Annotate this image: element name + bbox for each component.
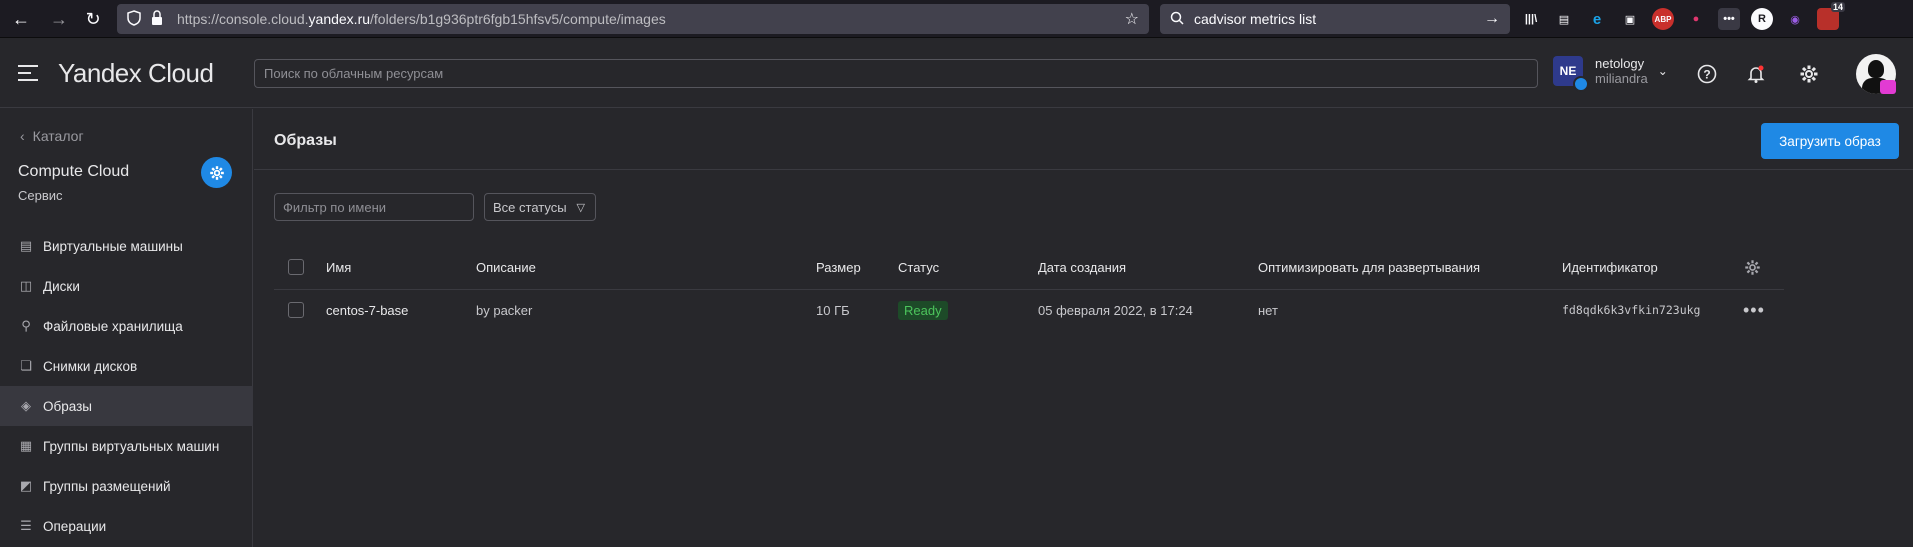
page-title: Образы [274,132,337,149]
url-bar[interactable]: https://console.cloud.yandex.ru/folders/… [117,4,1149,34]
row-checkbox[interactable] [288,290,304,330]
sidebar-item-virtual-machines[interactable]: ▤ Виртуальные машины [0,226,253,266]
sidebar-item-operations[interactable]: ☰ Операции [0,506,253,546]
account-name: netology [1595,56,1645,71]
column-header-optimize[interactable]: Оптимизировать для развертывания [1258,247,1480,287]
browser-search-text: cadvisor metrics list [1194,11,1317,27]
reload-icon[interactable]: ↻ [78,4,108,34]
search-icon [1170,11,1184,28]
ublock-icon[interactable]: 14 [1817,2,1845,30]
edge-extension-icon[interactable]: e [1586,8,1608,30]
image-description: by packer [476,302,533,318]
image-name[interactable]: centos-7-base [326,290,408,330]
instance-groups-icon: ▦ [19,438,33,453]
account-switcher[interactable]: NE netology miliandra ⌄ [1553,56,1668,92]
image-created-date: 05 февраля 2022, в 17:24 [1038,302,1193,318]
file-storage-icon: ⚲ [21,318,31,333]
divider [254,169,1913,170]
more-extensions-icon[interactable]: ••• [1718,8,1740,30]
service-settings-gear-icon[interactable] [201,157,232,188]
help-icon[interactable]: ? [1695,62,1719,86]
sidebar-item-file-storage[interactable]: ⚲ Файловые хранилища [0,306,253,346]
adblock-plus-icon[interactable]: ABP [1652,8,1674,30]
sidebar: ‹ Каталог Compute Cloud Сервис ▤ Виртуальн… [0,109,253,547]
menu-hamburger-icon[interactable] [18,65,38,81]
name-filter-input[interactable]: Фильтр по имени [274,193,474,221]
account-avatar: NE [1553,56,1589,92]
disk-icon: ◫ [19,278,33,293]
svg-text:?: ? [1703,68,1710,82]
column-header-name[interactable]: Имя [326,247,351,287]
chevron-left-icon: ‹ [20,128,25,144]
image-optimize-value: нет [1258,302,1278,318]
image-id[interactable]: fd8qdk6k3vfkin723ukg [1562,290,1700,330]
resource-search-input[interactable]: Поиск по облачным ресурсам [254,59,1538,88]
app-header: Yandex Cloud Поиск по облачным ресурсам … [0,38,1913,108]
sidebar-item-disk-snapshots[interactable]: ❏ Снимки дисков [0,346,253,386]
search-go-arrow-icon[interactable]: → [1484,10,1500,28]
back-arrow-icon[interactable]: ← [6,4,36,34]
table-settings-gear-icon[interactable] [1744,247,1761,287]
cloud-badge-icon [1573,76,1589,92]
snapshot-icon: ❏ [20,358,32,373]
column-header-description[interactable]: Описание [476,247,536,287]
service-title: Compute Cloud [18,163,130,180]
forward-arrow-icon[interactable]: → [44,4,74,34]
main-content: Образы Загрузить образ Фильтр по имени В… [254,109,1913,547]
service-subtitle: Сервис [18,188,63,203]
status-cell: Ready [898,290,948,330]
sidebar-toggle-icon[interactable]: ▤ [1553,8,1575,30]
url-text: https://console.cloud.yandex.ru/folders/… [177,11,666,27]
sidebar-item-disks[interactable]: ◫ Диски [0,266,253,306]
privacy-extension-icon[interactable]: ◉ [1784,8,1806,30]
extensions-toolbar: |||\ ▤ e ▣ ABP ● ••• R ◉ 14 [1520,2,1845,34]
settings-gear-icon[interactable] [1797,62,1821,86]
sidebar-item-images[interactable]: ◈ Образы [0,386,253,426]
browser-search-bar[interactable]: cadvisor metrics list → [1160,4,1510,34]
notifications-bell-icon[interactable] [1744,62,1768,86]
column-header-status[interactable]: Статус [898,247,939,287]
server-icon: ▤ [19,238,33,253]
image-size: 10 ГБ [816,302,850,318]
r-extension-icon[interactable]: R [1751,8,1773,30]
sidebar-item-instance-groups[interactable]: ▦ Группы виртуальных машин [0,426,253,466]
select-all-checkbox[interactable] [288,247,304,287]
column-header-created[interactable]: Дата создания [1038,247,1126,287]
layers-icon: ◈ [21,398,31,413]
placement-groups-icon: ◩ [19,478,33,493]
column-header-size[interactable]: Размер [816,247,861,287]
column-header-id[interactable]: Идентификатор [1562,247,1658,287]
yandex-cloud-logo[interactable]: Yandex Cloud [58,58,214,89]
pocket-extension-icon[interactable]: ● [1685,8,1707,30]
ublock-count-badge: 14 [1830,2,1845,12]
operations-list-icon: ☰ [20,518,32,533]
chevron-down-icon: ⌄ [1657,64,1668,78]
shield-icon[interactable] [127,9,141,29]
sidebar-item-placement-groups[interactable]: ◩ Группы размещений [0,466,253,506]
chevron-down-icon: ▽ [576,201,585,214]
breadcrumb-back-link[interactable]: ‹ Каталог [20,128,84,144]
row-actions-more-icon[interactable]: ••• [1743,290,1765,330]
user-badge-icon [1880,80,1896,94]
browser-toolbar: ← → ↻ https://console.cloud.yandex.ru/fo… [0,0,1913,38]
save-page-icon[interactable]: ▣ [1619,8,1641,30]
bookmark-star-icon[interactable]: ☆ [1125,9,1139,29]
status-badge: Ready [898,300,948,320]
status-filter-select[interactable]: Все статусы ▽ [484,193,596,221]
upload-image-button[interactable]: Загрузить образ [1761,123,1899,159]
account-org: miliandra [1595,71,1648,86]
lock-icon[interactable] [151,9,163,29]
library-icon[interactable]: |||\ [1520,8,1542,30]
